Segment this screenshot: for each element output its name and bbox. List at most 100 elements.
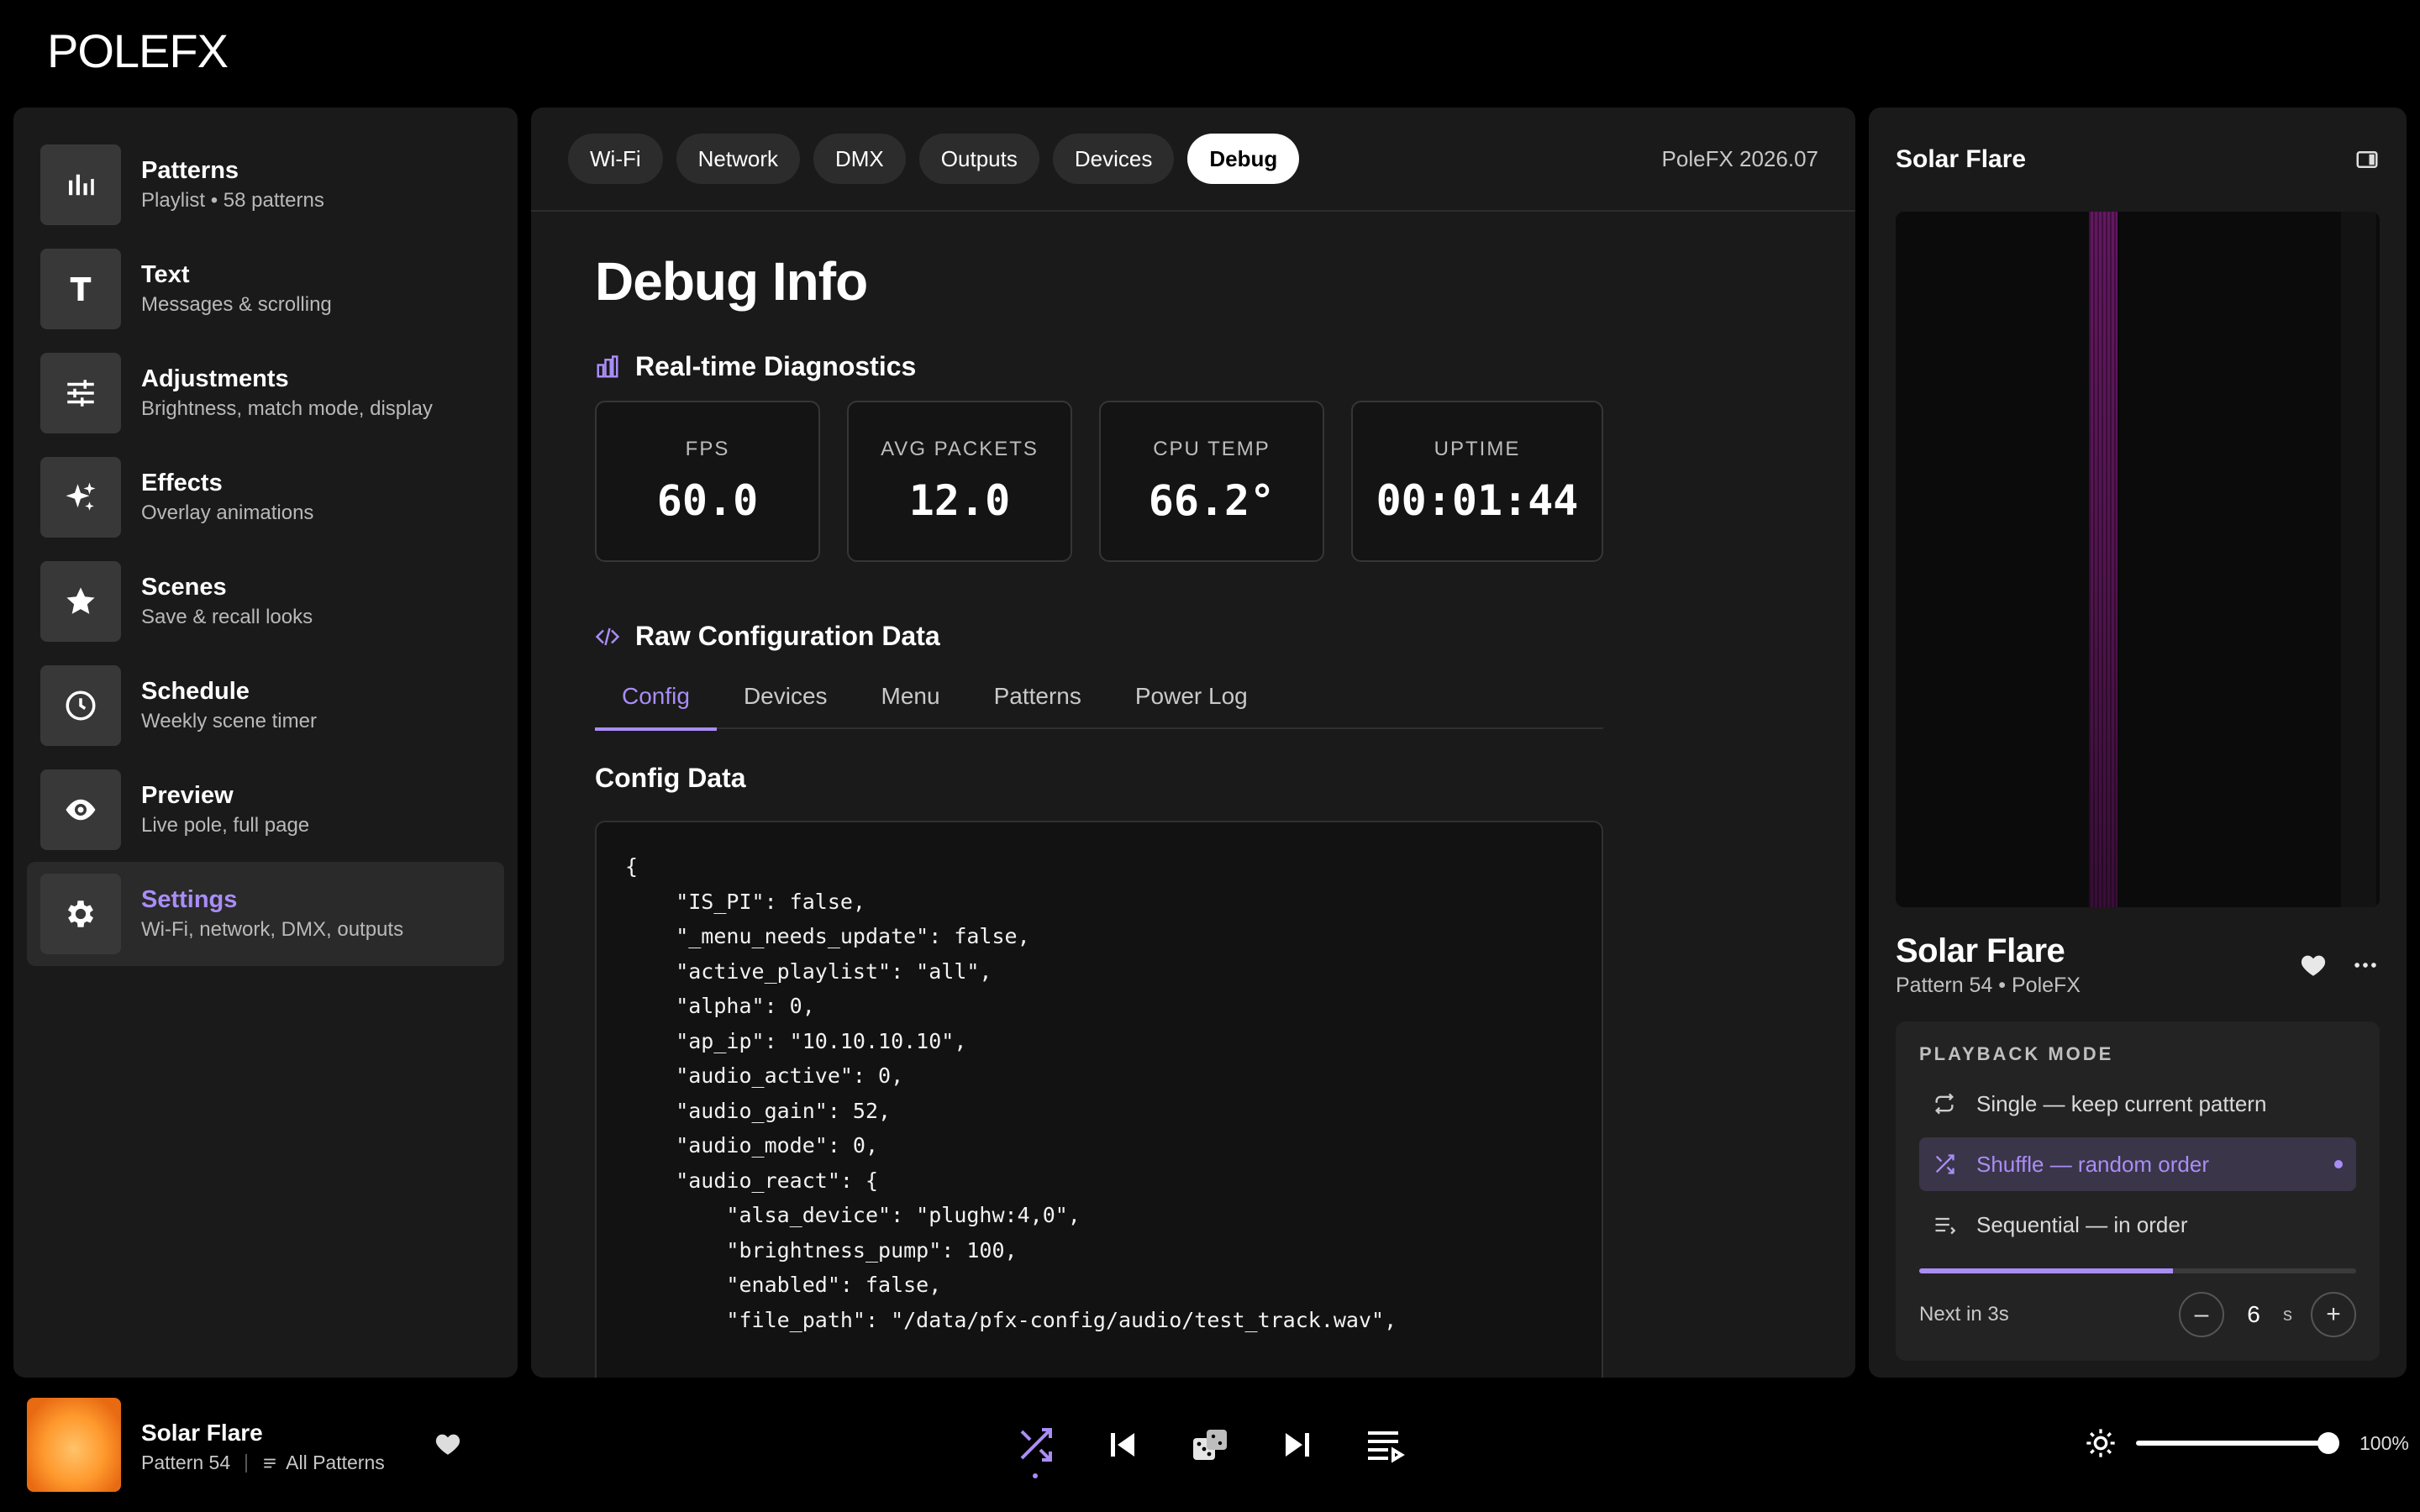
- tab-outputs[interactable]: Outputs: [918, 134, 1039, 184]
- sidebar-item-subtitle: Wi-Fi, network, DMX, outputs: [141, 918, 404, 941]
- polefx-logo: POLEFX: [47, 15, 291, 99]
- sidebar-item-settings[interactable]: Settings Wi-Fi, network, DMX, outputs: [27, 862, 504, 966]
- settings-tabbar: Wi-Fi Network DMX Outputs Devices Debug …: [531, 108, 1855, 212]
- interval-stepper: – 6 s +: [2179, 1292, 2356, 1337]
- active-indicator: [1033, 1473, 1038, 1478]
- previous-button[interactable]: [1102, 1425, 1143, 1465]
- playback-mode-label: PLAYBACK MODE: [1919, 1043, 2114, 1064]
- sidebar-item-subtitle: Playlist • 58 patterns: [141, 189, 324, 212]
- tab-network[interactable]: Network: [676, 134, 800, 184]
- sidebar-item-effects[interactable]: Effects Overlay animations: [27, 445, 504, 549]
- config-json-text: { "IS_PI": false, "_menu_needs_update": …: [625, 854, 1397, 1332]
- playlist-icon: [264, 1458, 276, 1467]
- random-button[interactable]: [1190, 1425, 1230, 1465]
- stat-card-fps: FPS 60.0: [595, 401, 820, 562]
- next-countdown: Next in 3s: [1919, 1303, 2009, 1326]
- player-playlist-name[interactable]: All Patterns: [286, 1452, 385, 1474]
- playback-option-label: Sequential — in order: [1976, 1211, 2188, 1237]
- star-icon: [40, 561, 121, 642]
- brightness-slider[interactable]: [2136, 1432, 2339, 1454]
- sidebar-item-subtitle: Overlay animations: [141, 501, 314, 524]
- stat-label: CPU TEMP: [1153, 438, 1270, 460]
- queue-icon: [1368, 1431, 1405, 1463]
- player-bar: Solar Flare Pattern 54 All Patterns 100%: [0, 1378, 2420, 1512]
- skip-back-icon: [1111, 1433, 1134, 1457]
- stat-card-uptime: UPTIME 00:01:44: [1351, 401, 1603, 562]
- track-thumbnail[interactable]: [27, 1398, 121, 1492]
- eye-icon: [40, 769, 121, 850]
- stat-label: FPS: [685, 438, 730, 460]
- main-panel: Wi-Fi Network DMX Outputs Devices Debug …: [531, 108, 1855, 1378]
- sidebar-item-title: Settings: [141, 886, 238, 913]
- brightness-value: 100%: [2360, 1431, 2409, 1454]
- increment-button[interactable]: +: [2311, 1292, 2356, 1337]
- stats-row: FPS 60.0 AVG PACKETS 12.0 CPU TEMP 66.2°…: [595, 401, 1791, 562]
- subtab-config[interactable]: Config: [595, 675, 717, 731]
- config-subtabs: Config Devices Menu Patterns Power Log: [595, 675, 1603, 731]
- playback-mode-card: PLAYBACK MODE Single — keep current patt…: [1896, 1021, 2380, 1361]
- tab-devices[interactable]: Devices: [1052, 134, 1175, 184]
- playback-option-label: Shuffle — random order: [1976, 1151, 2209, 1177]
- sidebar-item-subtitle: Weekly scene timer: [141, 710, 317, 732]
- tab-debug[interactable]: Debug: [1187, 134, 1300, 184]
- sidebar-item-schedule[interactable]: Schedule Weekly scene timer: [27, 654, 504, 758]
- sidebar-item-subtitle: Brightness, match mode, display: [141, 397, 433, 420]
- tab-wifi[interactable]: Wi-Fi: [568, 134, 663, 184]
- slider-handle[interactable]: [2317, 1432, 2339, 1454]
- player-track-title: Solar Flare: [141, 1420, 263, 1446]
- stat-label: AVG PACKETS: [881, 438, 1039, 460]
- version-label: PoleFX 2026.07: [1661, 145, 1818, 171]
- stat-value: 60.0: [656, 476, 759, 525]
- brightness-control: 100%: [2084, 1426, 2409, 1460]
- interval-value: 6: [2247, 1301, 2260, 1327]
- sidebar-item-title: Text: [141, 261, 190, 288]
- subtab-power-log[interactable]: Power Log: [1108, 675, 1275, 729]
- pole-preview: [1896, 212, 2380, 907]
- sidebar-item-subtitle: Messages & scrolling: [141, 293, 332, 316]
- more-icon[interactable]: [2351, 951, 2380, 979]
- playback-option-shuffle[interactable]: Shuffle — random order: [1919, 1137, 2356, 1191]
- heart-icon[interactable]: [434, 1430, 462, 1458]
- sliders-icon: [40, 353, 121, 433]
- code-icon: [595, 627, 620, 645]
- divider: [245, 1453, 248, 1473]
- stat-card-avg-packets: AVG PACKETS 12.0: [847, 401, 1072, 562]
- player-pattern-number: Pattern 54: [141, 1452, 231, 1473]
- now-playing-panel: Solar Flare Solar Flare Pattern 54 • Pol…: [1869, 108, 2407, 1378]
- shuffle-button[interactable]: [1015, 1425, 1055, 1478]
- selected-dot: [2334, 1160, 2343, 1168]
- page-title: Debug Info: [595, 251, 868, 312]
- sidebar-item-text[interactable]: Text Messages & scrolling: [27, 237, 504, 341]
- next-button[interactable]: [1277, 1425, 1318, 1465]
- panel-toggle-icon[interactable]: [2354, 147, 2380, 172]
- playback-option-sequential[interactable]: Sequential — in order: [1919, 1198, 2356, 1252]
- sidebar-item-patterns[interactable]: Patterns Playlist • 58 patterns: [27, 133, 504, 237]
- stat-value: 66.2°: [1148, 476, 1276, 525]
- decrement-button[interactable]: –: [2179, 1292, 2224, 1337]
- dice-icon: [1193, 1430, 1227, 1460]
- track-title: Solar Flare: [1896, 932, 2065, 969]
- config-code-block[interactable]: { "IS_PI": false, "_menu_needs_update": …: [595, 821, 1603, 1378]
- playback-option-single[interactable]: Single — keep current pattern: [1919, 1077, 2356, 1131]
- brightness-icon: [2086, 1429, 2115, 1457]
- queue-button[interactable]: [1365, 1425, 1405, 1465]
- panel-header-title: Solar Flare: [1896, 145, 2027, 173]
- sidebar-item-title: Adjustments: [141, 365, 289, 392]
- clock-icon: [40, 665, 121, 746]
- interval-unit: s: [2283, 1304, 2292, 1325]
- heart-icon[interactable]: [2299, 951, 2328, 979]
- stat-card-cpu-temp: CPU TEMP 66.2°: [1099, 401, 1324, 562]
- subtab-devices[interactable]: Devices: [717, 675, 855, 729]
- sidebar-item-title: Preview: [141, 782, 234, 809]
- tab-dmx[interactable]: DMX: [813, 134, 906, 184]
- stat-label: UPTIME: [1434, 438, 1521, 460]
- gear-icon: [40, 874, 121, 954]
- subtab-menu[interactable]: Menu: [855, 675, 967, 729]
- next-progress-bar: [1919, 1268, 2356, 1273]
- track-subtitle: Pattern 54 • PoleFX: [1896, 974, 2081, 997]
- sidebar-item-scenes[interactable]: Scenes Save & recall looks: [27, 549, 504, 654]
- sidebar-item-preview[interactable]: Preview Live pole, full page: [27, 758, 504, 862]
- stat-value: 12.0: [908, 476, 1011, 525]
- sidebar-item-adjustments[interactable]: Adjustments Brightness, match mode, displ…: [27, 341, 504, 445]
- subtab-patterns[interactable]: Patterns: [967, 675, 1108, 729]
